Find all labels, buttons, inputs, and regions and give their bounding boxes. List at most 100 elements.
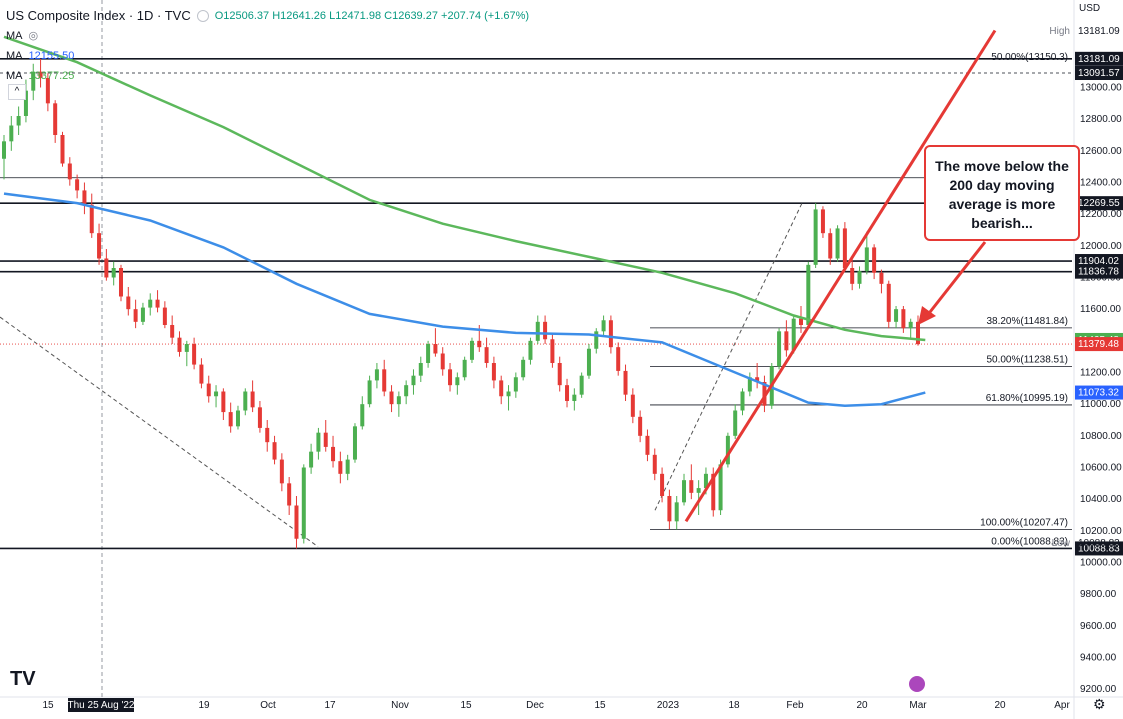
- ma1-label[interactable]: MA: [6, 26, 23, 46]
- candle-body[interactable]: [272, 442, 277, 460]
- candle-body[interactable]: [623, 370, 628, 395]
- candle-body[interactable]: [16, 116, 21, 126]
- candle-body[interactable]: [67, 163, 72, 180]
- candle-body[interactable]: [469, 340, 474, 360]
- candle-body[interactable]: [579, 375, 584, 395]
- candle-body[interactable]: [491, 363, 496, 381]
- candle-body[interactable]: [360, 404, 365, 427]
- candle-body[interactable]: [192, 344, 197, 365]
- candle-body[interactable]: [616, 347, 621, 371]
- candle-body[interactable]: [872, 247, 877, 273]
- collapse-legend-button[interactable]: ^: [8, 84, 26, 100]
- candle-body[interactable]: [170, 325, 175, 338]
- candle-body[interactable]: [301, 467, 306, 539]
- candle-body[interactable]: [916, 321, 920, 345]
- candle-body[interactable]: [396, 396, 401, 405]
- candle-body[interactable]: [250, 391, 255, 408]
- candle-body[interactable]: [243, 391, 248, 411]
- price-chart[interactable]: 13000.00 12800.00 12600.00 12400.00 12200.00…: [0, 0, 1123, 719]
- candle-body[interactable]: [901, 309, 906, 329]
- candle-body[interactable]: [806, 264, 811, 325]
- candle-body[interactable]: [550, 339, 555, 363]
- candle-body[interactable]: [126, 296, 131, 310]
- candle-body[interactable]: [184, 344, 189, 352]
- candle-body[interactable]: [857, 271, 862, 284]
- candle-body[interactable]: [279, 459, 284, 484]
- candle-body[interactable]: [418, 363, 423, 376]
- candle-body[interactable]: [265, 427, 270, 443]
- candle-body[interactable]: [82, 190, 87, 205]
- dashed-trendline[interactable]: [0, 316, 319, 548]
- candle-body[interactable]: [309, 451, 314, 468]
- candle-body[interactable]: [638, 416, 643, 436]
- candle-body[interactable]: [740, 391, 745, 411]
- candle-body[interactable]: [696, 488, 701, 493]
- candle-body[interactable]: [367, 380, 372, 405]
- candle-body[interactable]: [543, 321, 548, 340]
- candle-body[interactable]: [667, 496, 672, 522]
- candle-body[interactable]: [499, 380, 504, 397]
- candle-body[interactable]: [813, 209, 818, 265]
- candle-body[interactable]: [199, 364, 204, 384]
- ma3-label[interactable]: MA: [6, 66, 23, 86]
- candle-body[interactable]: [601, 320, 606, 332]
- candle-body[interactable]: [111, 268, 116, 278]
- symbol-title[interactable]: US Composite Index · 1D · TVC: [6, 6, 191, 26]
- candle-body[interactable]: [177, 337, 182, 352]
- candle-body[interactable]: [455, 377, 460, 386]
- candle-body[interactable]: [316, 432, 321, 452]
- candle-body[interactable]: [89, 204, 94, 234]
- candle-body[interactable]: [586, 348, 591, 376]
- candle-body[interactable]: [206, 383, 211, 397]
- candle-body[interactable]: [345, 459, 350, 474]
- candle-body[interactable]: [894, 309, 899, 322]
- candle-body[interactable]: [462, 359, 467, 378]
- candle-body[interactable]: [660, 473, 665, 496]
- candle-body[interactable]: [908, 321, 913, 329]
- candle-body[interactable]: [404, 385, 409, 397]
- candle-body[interactable]: [565, 385, 570, 401]
- candle-body[interactable]: [733, 410, 738, 436]
- candle-body[interactable]: [235, 410, 240, 427]
- candle-body[interactable]: [842, 228, 847, 268]
- hidden-eye-icon[interactable]: ◎: [29, 26, 39, 46]
- event-marker-icon[interactable]: [909, 676, 925, 692]
- candle-body[interactable]: [850, 268, 855, 284]
- candle-body[interactable]: [352, 426, 357, 460]
- candle-body[interactable]: [228, 412, 233, 427]
- candle-body[interactable]: [374, 369, 379, 381]
- candle-body[interactable]: [331, 446, 336, 462]
- candle-body[interactable]: [835, 228, 840, 259]
- candle-body[interactable]: [257, 407, 262, 428]
- settings-gear-icon[interactable]: ⚙: [1093, 696, 1106, 713]
- currency-label[interactable]: USD: [1079, 3, 1100, 14]
- candle-body[interactable]: [294, 505, 299, 539]
- candle-body[interactable]: [148, 299, 153, 308]
- candle-body[interactable]: [133, 309, 138, 322]
- annotation-callout[interactable]: The move below the 200 day moving averag…: [924, 145, 1080, 241]
- tradingview-logo-icon[interactable]: TV: [10, 668, 36, 691]
- candle-body[interactable]: [104, 258, 109, 278]
- candle-body[interactable]: [382, 369, 387, 392]
- candle-body[interactable]: [214, 391, 219, 397]
- candle-body[interactable]: [221, 391, 226, 413]
- candle-body[interactable]: [287, 483, 292, 506]
- candle-body[interactable]: [440, 353, 445, 370]
- candle-body[interactable]: [433, 344, 438, 354]
- candle-body[interactable]: [426, 344, 431, 363]
- candle-body[interactable]: [411, 375, 416, 386]
- candle-body[interactable]: [630, 394, 635, 417]
- candle-body[interactable]: [682, 480, 687, 503]
- candle-body[interactable]: [777, 331, 782, 367]
- red-trendline[interactable]: [684, 29, 997, 523]
- candle-body[interactable]: [118, 268, 123, 297]
- candle-body[interactable]: [9, 125, 14, 142]
- candle-body[interactable]: [2, 141, 6, 159]
- candle-body[interactable]: [674, 502, 679, 522]
- candle-body[interactable]: [162, 307, 167, 325]
- ma2-label[interactable]: MA: [6, 46, 23, 66]
- candle-body[interactable]: [572, 394, 577, 401]
- candle-body[interactable]: [528, 340, 533, 360]
- candle-body[interactable]: [799, 318, 804, 325]
- candle-body[interactable]: [557, 363, 562, 386]
